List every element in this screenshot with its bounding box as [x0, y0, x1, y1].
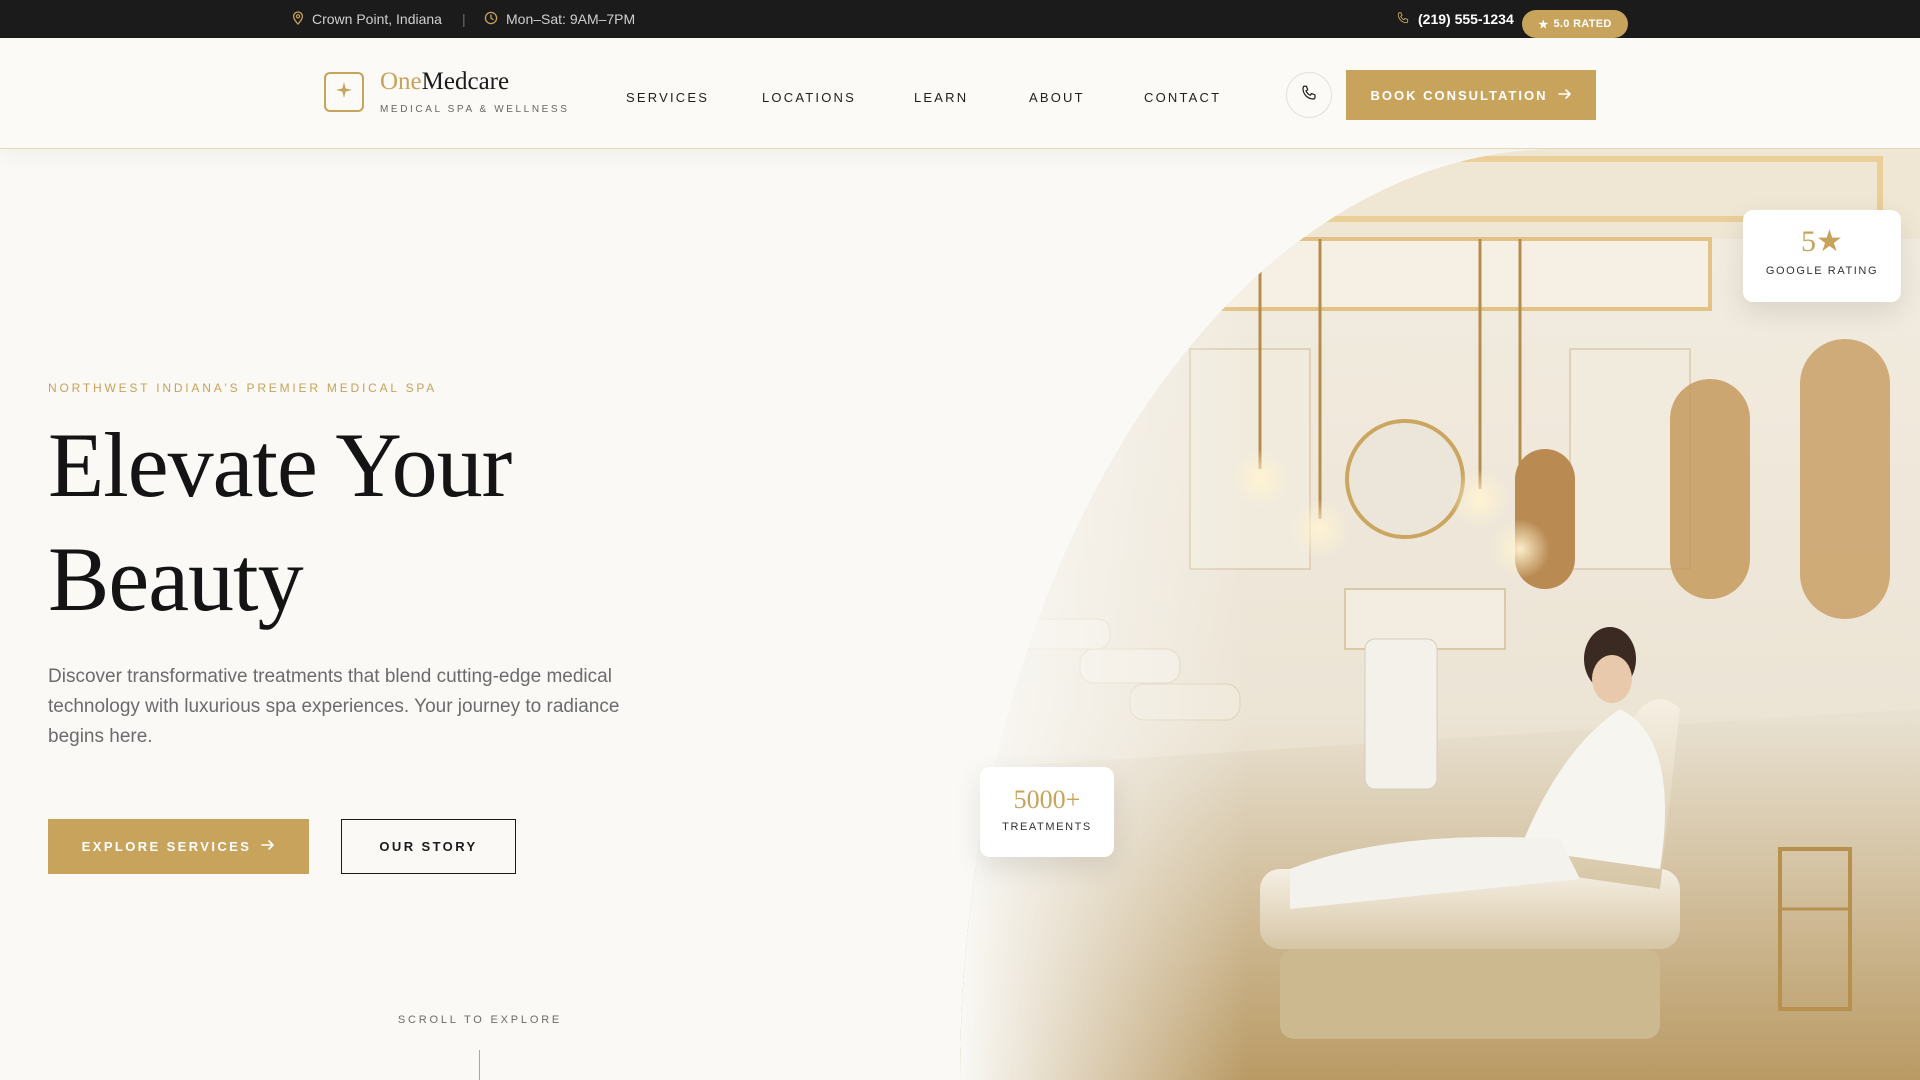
hero-eyebrow: NORTHWEST INDIANA'S PREMIER MEDICAL SPA [48, 381, 438, 395]
treatments-label: TREATMENTS [1002, 821, 1092, 833]
google-rating-value: 5★ [1801, 225, 1843, 258]
treatments-card: 5000+ TREATMENTS [980, 767, 1114, 857]
nav-contact[interactable]: CONTACT [1144, 90, 1221, 105]
topbar-phone-link[interactable]: (219) 555-1234 [1396, 0, 1514, 38]
hero-description: Discover transformative treatments that … [48, 666, 620, 747]
star-icon: ★ [1538, 18, 1549, 31]
arrow-right-icon [261, 839, 275, 854]
google-rating-card: 5★ GOOGLE RATING [1743, 210, 1901, 302]
phone-icon [1396, 11, 1410, 28]
brand-name[interactable]: OneMedcare [380, 68, 509, 96]
treatments-value: 5000+ [1013, 785, 1081, 814]
site-header: OneMedcare MEDICAL SPA & WELLNESS SERVIC… [0, 38, 1920, 149]
location-pin-icon [292, 10, 304, 28]
book-consultation-label: BOOK CONSULTATION [1370, 87, 1548, 103]
our-story-button[interactable]: OUR STORY [341, 819, 516, 874]
rated-badge: ★ 5.0 RATED [1522, 10, 1628, 38]
book-consultation-button[interactable]: BOOK CONSULTATION [1346, 70, 1596, 120]
nav-locations[interactable]: LOCATIONS [762, 90, 856, 105]
nav-services[interactable]: SERVICES [626, 90, 709, 105]
hero-title: Elevate Your Beauty [48, 408, 512, 636]
brand-tagline: MEDICAL SPA & WELLNESS [380, 104, 570, 115]
google-rating-label: GOOGLE RATING [1765, 265, 1879, 277]
hours-info: Mon–Sat: 9AM–7PM [484, 0, 635, 38]
brand-name-medcare: Medcare [421, 68, 510, 95]
clock-icon [484, 11, 498, 28]
call-button[interactable] [1286, 72, 1332, 118]
hero-title-line2: Beauty [48, 528, 304, 630]
phone-icon [1300, 84, 1318, 107]
sparkle-icon [336, 81, 352, 103]
arrow-right-icon [1557, 88, 1572, 103]
location-info: Crown Point, Indiana [292, 0, 442, 38]
brand-name-one: One [380, 68, 422, 95]
top-info-bar: Crown Point, Indiana | Mon–Sat: 9AM–7PM … [0, 0, 1920, 38]
our-story-label: OUR STORY [379, 839, 478, 854]
location-text: Crown Point, Indiana [312, 11, 442, 27]
explore-services-label: EXPLORE SERVICES [81, 839, 252, 854]
nav-learn[interactable]: LEARN [914, 90, 968, 105]
scroll-indicator-line [479, 1050, 480, 1080]
topbar-separator: | [462, 11, 466, 27]
scroll-to-explore[interactable]: SCROLL TO EXPLORE [380, 1014, 580, 1026]
rated-badge-text: 5.0 RATED [1553, 18, 1612, 30]
hours-text: Mon–Sat: 9AM–7PM [506, 11, 636, 27]
topbar-phone-number: (219) 555-1234 [1418, 11, 1514, 27]
logo-mark[interactable] [324, 72, 364, 112]
explore-services-button[interactable]: EXPLORE SERVICES [48, 819, 309, 874]
nav-about[interactable]: ABOUT [1029, 90, 1085, 105]
hero-title-line1: Elevate Your [48, 414, 512, 516]
